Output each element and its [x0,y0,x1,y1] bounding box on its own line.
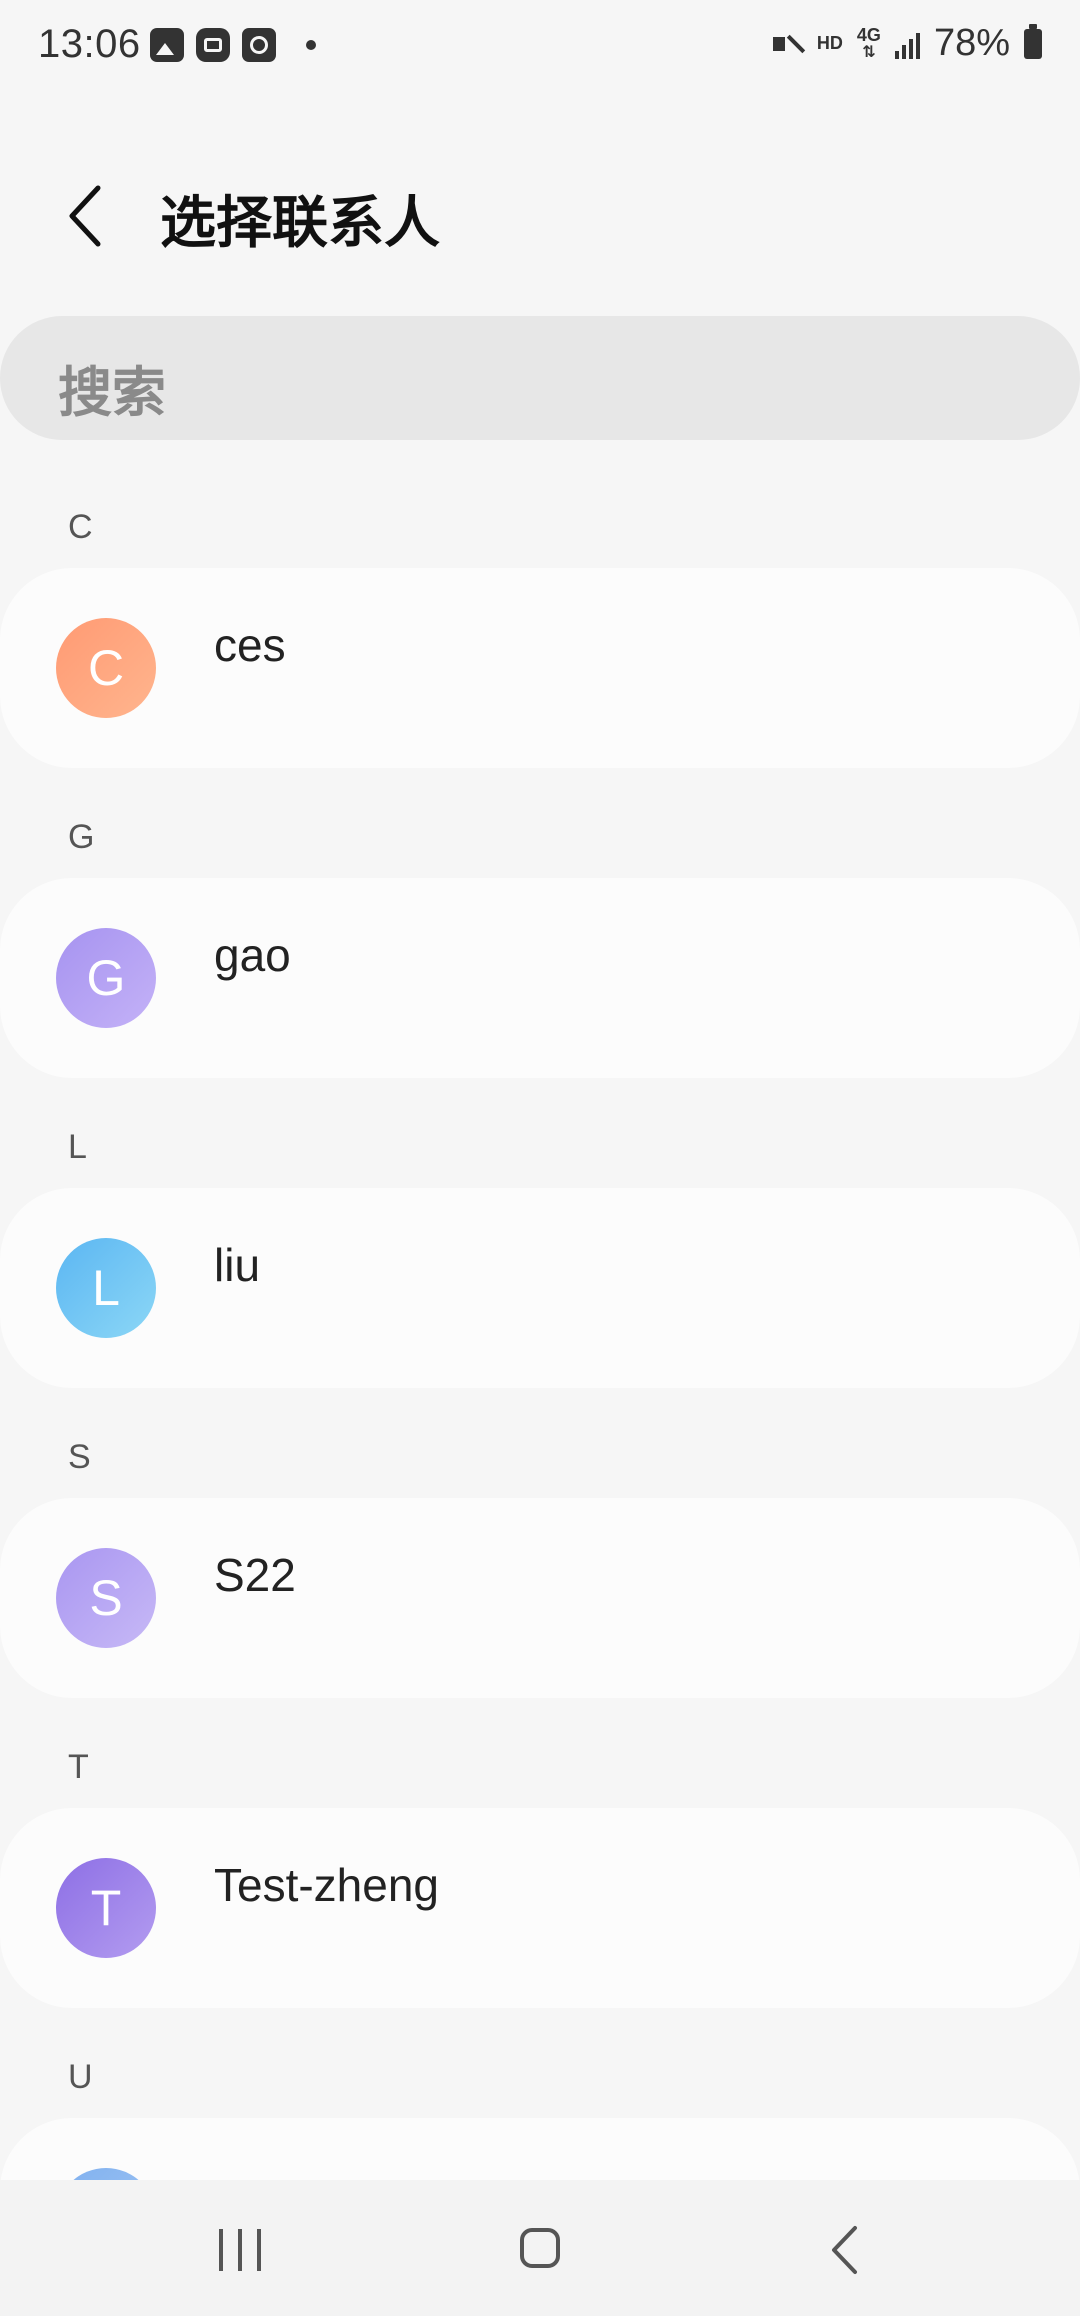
contact-avatar: G [56,928,156,1028]
contact-section: U [0,2020,1080,2180]
contact-section: L Lliu [0,1090,1080,1400]
back-arrow-icon [832,2226,857,2274]
contact-name: Test-zheng [214,1859,440,1911]
battery-icon [1024,23,1042,59]
hd-indicator: HD [816,33,843,53]
contact-name: ces [214,619,286,671]
contact-avatar: C [56,618,156,718]
more-notifications-dot-icon [306,40,316,50]
contact-item[interactable]: Ggao [0,878,1080,1078]
system-status-icons: HD 4G ⇅ 78% [771,22,1042,65]
app-header: 选择联系人 [0,150,1080,280]
contact-avatar: S [56,1548,156,1648]
search-placeholder: 搜索 [58,361,166,424]
contact-name: gao [214,929,291,981]
contact-avatar [56,2168,156,2180]
status-time: 13:06 [38,22,141,66]
section-index-letter: C [68,508,93,546]
notification-icons [150,28,316,62]
search-input[interactable]: 搜索 [0,316,1080,440]
recents-button[interactable] [195,2210,285,2290]
section-index-letter: U [68,2058,93,2096]
section-index-letter: T [68,1748,89,1786]
contact-item[interactable] [0,2118,1080,2180]
system-back-button[interactable] [800,2210,890,2290]
contact-item[interactable]: T Test-zheng [0,1808,1080,2008]
contact-section: C Cces [0,470,1080,780]
page-title: 选择联系人 [160,191,440,256]
contact-section: S S S22 [0,1400,1080,1710]
gallery-notification-icon [150,28,184,62]
status-bar: 13:06 HD 4G ⇅ 78% [0,0,1080,96]
recents-icon [219,2229,223,2271]
contact-avatar: T [56,1858,156,1958]
chevron-left-icon [69,185,101,247]
mute-icon [771,28,803,60]
section-index-letter: L [68,1128,87,1166]
section-index-letter: S [68,1438,91,1476]
cast-notification-icon [196,28,230,62]
contact-name: S22 [214,1549,296,1601]
data-arrows-icon: ⇅ [862,43,876,61]
select-contact-screen: 13:06 HD 4G ⇅ 78% 选择联系人 搜索 C C ces G G g… [0,0,1080,2316]
home-icon [520,2228,560,2268]
contact-avatar: L [56,1238,156,1338]
contact-item[interactable]: Lliu [0,1188,1080,1388]
back-button[interactable] [56,176,116,256]
section-index-letter: G [68,818,95,856]
network-type-label: 4G [856,24,881,45]
signal-strength-icon [894,29,920,59]
battery-percentage: 78% [933,22,1010,64]
navigation-bar [0,2180,1080,2316]
contact-item[interactable]: S S22 [0,1498,1080,1698]
contact-list[interactable]: C Cces G Ggao L Lliu S S S22 T T Test-zheng U [0,470,1080,2180]
contact-name: liu [214,1239,261,1291]
contact-section: T T Test-zheng [0,1710,1080,2020]
network-type-indicator: 4G ⇅ [857,26,881,62]
contact-item[interactable]: Cces [0,568,1080,768]
contact-section: G Ggao [0,780,1080,1090]
home-button[interactable] [496,2210,586,2290]
clock-notification-icon [242,28,276,62]
